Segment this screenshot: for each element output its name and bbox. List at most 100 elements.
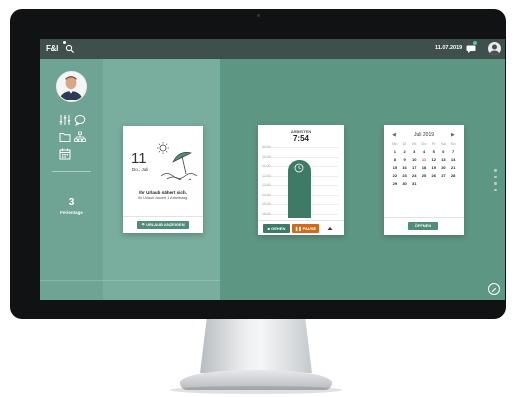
time-tracking-card: ARBEITEN 7:54 09:00 10:00 11:00 12:00 13:00 1… [258, 125, 344, 235]
clock-out-button[interactable]: ■ GEHEN [263, 224, 290, 233]
profile-avatar[interactable] [56, 71, 87, 102]
calendar-day[interactable]: 31 [409, 181, 419, 187]
calendar-day[interactable]: 10 [409, 157, 419, 163]
notification-badge [473, 41, 477, 45]
vacation-days-count: 3 [68, 197, 75, 208]
weekday-label: Mo [392, 141, 398, 146]
calendar-day-today[interactable]: 11 [419, 157, 429, 163]
weekday-label: So [450, 141, 456, 146]
calendar-day[interactable]: 1 [390, 149, 400, 155]
timeline-hour-label: 13:00 [262, 183, 271, 187]
vacation-sub-message: Ihr Urlaub dauert 1 Arbeitstag. [137, 196, 189, 200]
timeline-gridline [262, 156, 338, 158]
page-dot[interactable] [494, 175, 497, 178]
timeline-hour-label: 14:00 [262, 192, 271, 197]
calendar-icon[interactable] [59, 148, 71, 160]
calendar-day[interactable]: 12 [429, 157, 439, 163]
vacation-days-label: Ferientage [60, 210, 83, 215]
calendar-day[interactable]: 6 [439, 149, 449, 155]
app-logo[interactable]: F&I [46, 44, 58, 53]
next-month-icon[interactable]: ▶ [451, 132, 455, 138]
monitor: F&I 11.07.2019 3 Ferientage 11 Do., Juli… [10, 9, 506, 319]
chevron-up-icon[interactable] [324, 224, 336, 233]
calendar-day[interactable]: 30 [400, 181, 410, 187]
calendar-day[interactable]: 28 [448, 173, 458, 179]
worked-time: 7:54 [292, 134, 309, 143]
folder-icon[interactable] [59, 131, 71, 143]
beach-icon [157, 142, 197, 180]
timeline-hour-label: 16:00 [262, 211, 271, 216]
calendar-day[interactable]: 18 [419, 165, 429, 171]
pause-label: PAUSE [302, 226, 317, 231]
clock-icon [294, 163, 304, 173]
calendar-day[interactable]: 25 [419, 173, 429, 179]
weekday-label: Sa [440, 141, 446, 146]
pause-button[interactable]: ❚❚ PAUSE [292, 224, 319, 233]
calendar-grid: Mo Di Mi Do Fr Sa So 1 2 3 4 5 6 7 8 9 10 11 12 13 14 15 16 17 1… [390, 141, 458, 187]
timeline-hour-label: 11:00 [262, 164, 271, 168]
settings-icon[interactable] [59, 114, 71, 126]
timeline-hour-label: 10:00 [262, 154, 271, 159]
calendar-day[interactable]: 3 [409, 149, 419, 155]
calendar-day[interactable]: 26 [429, 173, 439, 179]
current-date: 11.07.2019 [435, 45, 463, 51]
search-icon[interactable] [65, 44, 75, 54]
calendar-day[interactable]: 14 [448, 157, 458, 163]
weekday-label: Do [421, 141, 427, 146]
show-vacation-label: URLAUB ANZEIGEN [146, 222, 185, 227]
timeline-hour-label: 12:00 [262, 173, 271, 178]
org-chart-icon[interactable] [74, 131, 86, 143]
vacation-month: Do., Juli [132, 167, 149, 172]
timeline-hour-label: 09:00 [262, 145, 271, 149]
open-calendar-button[interactable]: ÖFFNEN [408, 222, 438, 230]
timeline-gridline [262, 147, 338, 148]
panel-footer-divider [40, 280, 220, 281]
top-bar: F&I 11.07.2019 [40, 39, 505, 59]
calendar-day[interactable]: 2 [400, 149, 410, 155]
sidebar-divider [52, 171, 91, 172]
calendar-day[interactable]: 20 [439, 165, 449, 171]
calendar-day[interactable]: 16 [400, 165, 410, 171]
vacation-card: 11 Do., Juli Ihr Urlaub nähert sich. Ihr… [123, 126, 203, 233]
calendar-card: ◀ Juli 2019 ▶ Mo Di Mi Do Fr Sa So 1 2 3 4 5 6 7 8 9 10 1… [384, 125, 464, 235]
card-footer-divider [123, 216, 203, 217]
calendar-day[interactable]: 19 [429, 165, 439, 171]
calendar-day[interactable]: 13 [439, 157, 449, 163]
page-indicator [494, 169, 497, 195]
page-dot[interactable] [494, 188, 497, 191]
calendar-day[interactable]: 27 [439, 173, 449, 179]
user-avatar-small[interactable] [488, 42, 501, 55]
weekday-label: Mi [412, 141, 417, 146]
profile-photo [57, 72, 85, 100]
clock-out-label: GEHEN [271, 226, 286, 231]
app-screen: F&I 11.07.2019 3 Ferientage 11 Do., Juli… [40, 39, 505, 300]
calendar-day[interactable]: 23 [400, 173, 410, 179]
calendar-day[interactable]: 21 [448, 165, 458, 171]
calendar-day[interactable]: 15 [390, 165, 400, 171]
calendar-footer-divider [384, 217, 464, 218]
calendar-day[interactable]: 9 [400, 157, 410, 163]
calendar-day[interactable]: 5 [429, 149, 439, 155]
calendar-day[interactable]: 22 [390, 173, 400, 179]
timeline-hour-label: 15:00 [262, 202, 271, 206]
show-vacation-button[interactable]: ☂ URLAUB ANZEIGEN [137, 221, 189, 229]
calendar-day[interactable]: 7 [448, 149, 458, 155]
weekday-label: Fr [431, 141, 436, 146]
vacation-day: 11 [131, 150, 147, 167]
calendar-day[interactable]: 8 [390, 157, 400, 163]
monitor-shadow [170, 386, 342, 394]
comment-icon[interactable] [74, 114, 86, 126]
calendar-day[interactable]: 17 [409, 165, 419, 171]
page-dot[interactable] [494, 169, 497, 172]
user-icon [489, 44, 500, 55]
calendar-day[interactable]: 24 [409, 173, 419, 179]
page-dot[interactable] [494, 182, 497, 185]
pause-icon: ❚❚ [294, 226, 303, 231]
edit-icon[interactable] [488, 283, 500, 295]
calendar-day[interactable]: 4 [419, 149, 429, 155]
calendar-day[interactable]: 29 [390, 181, 400, 187]
camera [257, 14, 260, 17]
weekday-label: Di [402, 141, 407, 146]
vacation-message: Ihr Urlaub nähert sich. [139, 190, 187, 195]
monitor-stand [200, 319, 312, 373]
